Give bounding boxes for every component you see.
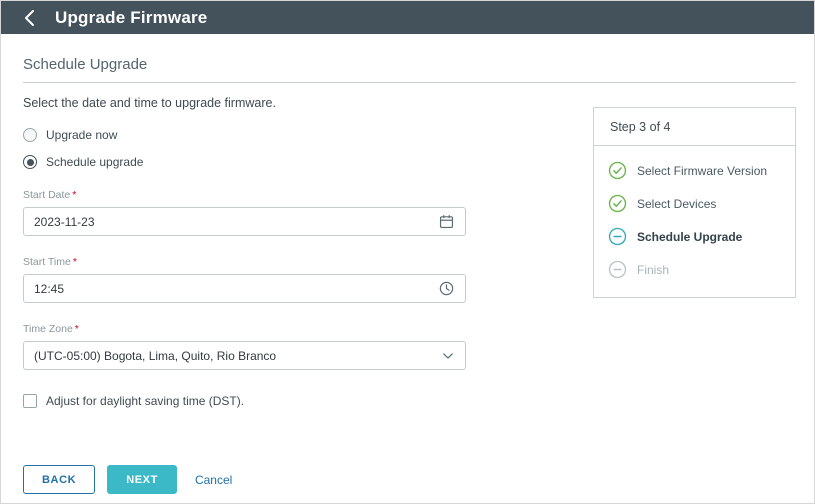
page-header: Upgrade Firmware (1, 1, 814, 34)
start-date-value: 2023-11-23 (34, 215, 95, 229)
radio-circle-selected-icon[interactable] (23, 155, 37, 169)
back-chevron-icon[interactable] (17, 6, 41, 30)
calendar-icon[interactable] (438, 213, 455, 230)
step-label: Select Devices (637, 195, 716, 212)
start-time-group: Start Time* 12:45 (23, 256, 466, 303)
stepper-list: Select Firmware Version Select Devices S… (594, 146, 795, 297)
required-asterisk: * (75, 323, 79, 335)
radio-label: Schedule upgrade (46, 155, 143, 169)
radio-circle-icon[interactable] (23, 128, 37, 142)
dash-circle-icon (608, 227, 627, 246)
cancel-link[interactable]: Cancel (195, 473, 232, 487)
footer-actions: BACK NEXT Cancel (23, 465, 232, 494)
time-zone-select[interactable]: (UTC-05:00) Bogota, Lima, Quito, Rio Bra… (23, 341, 466, 370)
step-select-firmware-version: Select Firmware Version (608, 162, 781, 180)
label-text: Start Date (23, 189, 70, 201)
dst-checkbox-row[interactable]: Adjust for daylight saving time (DST). (23, 394, 466, 408)
clock-icon[interactable] (438, 280, 455, 297)
required-asterisk: * (72, 189, 76, 201)
instruction-text: Select the date and time to upgrade firm… (23, 96, 466, 110)
upgrade-firmware-screen: Upgrade Firmware Schedule Upgrade Select… (0, 0, 815, 504)
start-date-label: Start Date* (23, 189, 466, 201)
radio-schedule-upgrade[interactable]: Schedule upgrade (23, 155, 466, 169)
step-label: Schedule Upgrade (637, 228, 742, 245)
time-zone-value: (UTC-05:00) Bogota, Lima, Quito, Rio Bra… (34, 349, 276, 363)
start-date-group: Start Date* 2023-11-23 (23, 189, 466, 236)
step-label: Select Firmware Version (637, 162, 767, 179)
step-schedule-upgrade: Schedule Upgrade (608, 228, 781, 246)
schedule-upgrade-form: Select the date and time to upgrade firm… (23, 96, 466, 408)
dash-circle-icon (608, 260, 627, 279)
start-time-label: Start Time* (23, 256, 466, 268)
time-zone-group: Time Zone* (UTC-05:00) Bogota, Lima, Qui… (23, 323, 466, 370)
next-button[interactable]: NEXT (107, 465, 177, 494)
label-text: Time Zone (23, 323, 73, 335)
stepper-panel: Step 3 of 4 Select Firmware Version Sele… (593, 107, 796, 298)
step-select-devices: Select Devices (608, 195, 781, 213)
start-time-input[interactable]: 12:45 (23, 274, 466, 303)
required-asterisk: * (73, 256, 77, 268)
back-button[interactable]: BACK (23, 465, 95, 494)
label-text: Start Time (23, 256, 71, 268)
check-circle-icon (608, 194, 627, 213)
start-time-value: 12:45 (34, 282, 64, 296)
check-circle-icon (608, 161, 627, 180)
page-title: Upgrade Firmware (55, 8, 207, 28)
section-title: Schedule Upgrade (23, 56, 796, 83)
radio-upgrade-now[interactable]: Upgrade now (23, 128, 466, 142)
step-finish: Finish (608, 261, 781, 279)
radio-label: Upgrade now (46, 128, 117, 142)
time-zone-label: Time Zone* (23, 323, 466, 335)
stepper-title: Step 3 of 4 (594, 108, 795, 146)
step-label: Finish (637, 261, 669, 278)
start-date-input[interactable]: 2023-11-23 (23, 207, 466, 236)
checkbox-icon[interactable] (23, 394, 37, 408)
dst-checkbox-label: Adjust for daylight saving time (DST). (46, 394, 244, 408)
chevron-down-icon[interactable] (441, 349, 455, 363)
